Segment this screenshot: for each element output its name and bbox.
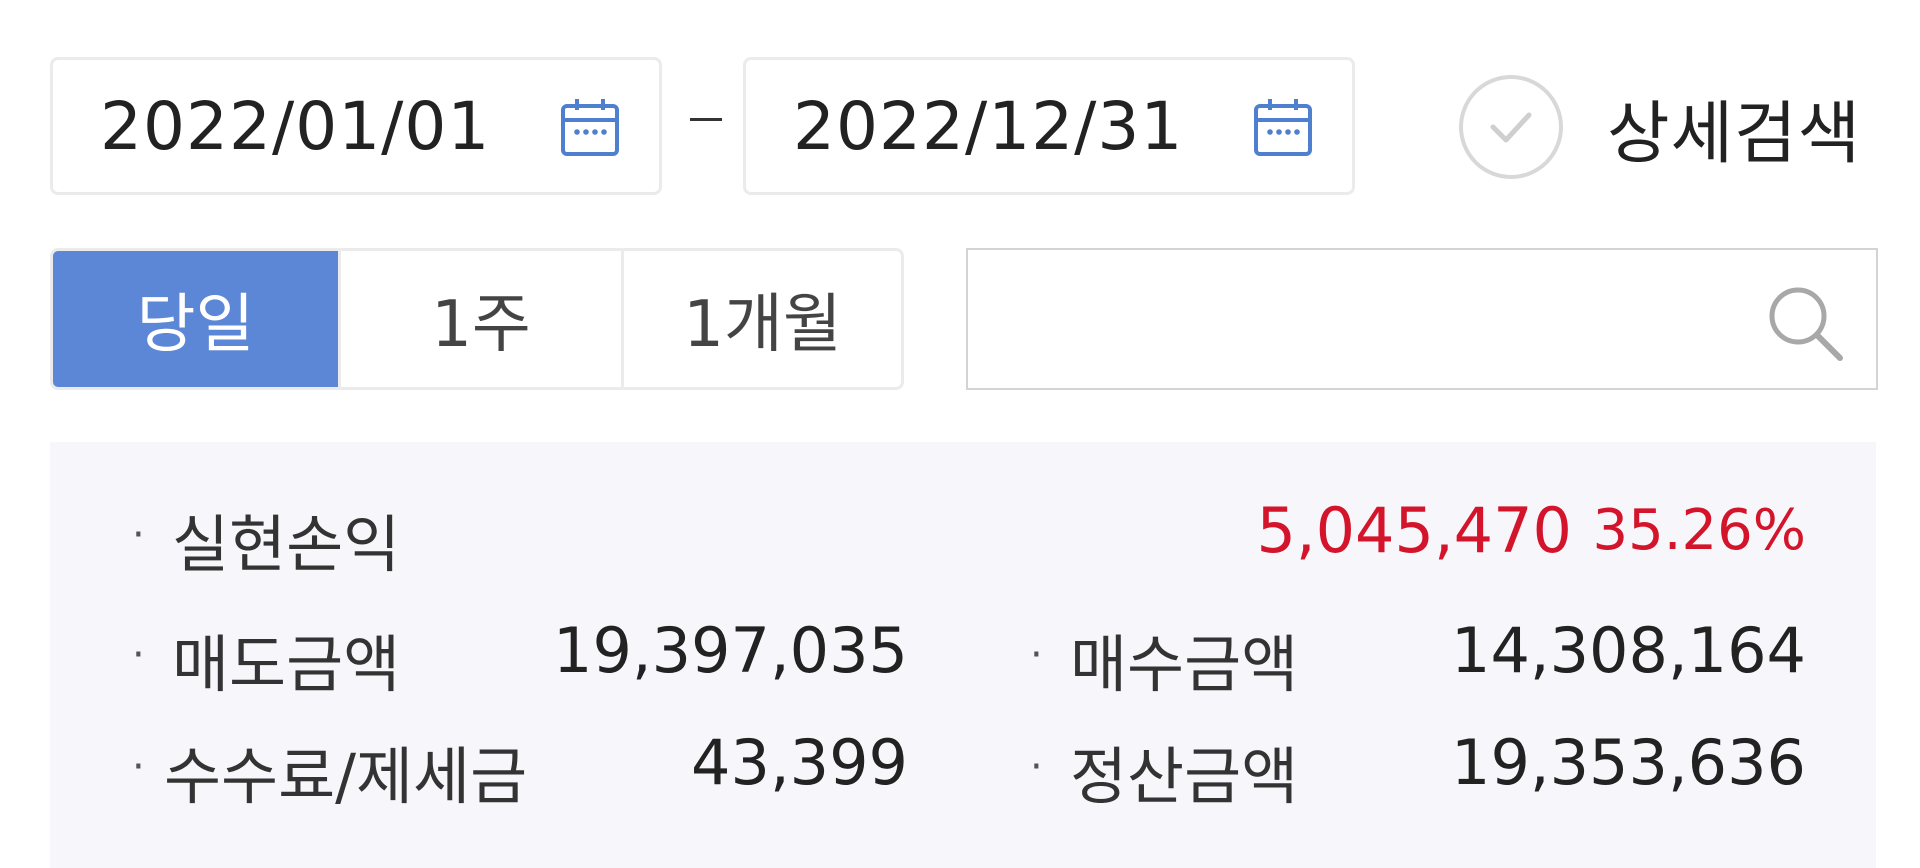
- buy-amount-label: 매수금액: [1070, 628, 1299, 701]
- search-icon[interactable]: [1764, 282, 1846, 364]
- amount-row-2: · 수수료/제세금 43,399 · 정산금액 19,353,636: [50, 726, 1876, 816]
- detail-search-label: 상세검색: [1607, 94, 1862, 174]
- check-icon: [1490, 112, 1532, 143]
- sell-amount-value: 19,397,035: [553, 614, 908, 687]
- search-box: [966, 248, 1878, 390]
- settlement-amount-value: 19,353,636: [1451, 726, 1806, 799]
- trade-history-filter-page: 2022/01/01 2022/12/31 상세검색 당일 1주 1개월 · 실…: [0, 0, 1920, 868]
- date-range-separator: [690, 118, 722, 121]
- settlement-amount-label: 정산금액: [1070, 740, 1299, 813]
- bullet: ·: [132, 632, 145, 678]
- sell-amount-label: 매도금액: [172, 628, 401, 701]
- fees-taxes-label: 수수료/제세금: [164, 740, 528, 813]
- end-date-text: 2022/12/31: [793, 87, 1184, 165]
- bullet: ·: [1030, 744, 1043, 790]
- realized-pnl-label: 실현손익: [172, 508, 401, 581]
- realized-pnl-row: · 실현손익 5,045,470 35.26%: [50, 494, 1876, 584]
- bullet: ·: [132, 512, 145, 558]
- detail-search-toggle[interactable]: 상세검색: [1459, 72, 1861, 182]
- tab-today[interactable]: 당일: [53, 251, 338, 387]
- start-date-field[interactable]: 2022/01/01: [50, 57, 662, 195]
- search-input[interactable]: [988, 270, 1772, 372]
- realized-pnl-percent: 35.26%: [1592, 498, 1806, 563]
- calendar-icon[interactable]: [559, 96, 621, 158]
- buy-amount-value: 14,308,164: [1451, 614, 1806, 687]
- calendar-icon[interactable]: [1252, 96, 1314, 158]
- start-date-text: 2022/01/01: [100, 87, 491, 165]
- detail-search-checkbox[interactable]: [1459, 75, 1563, 179]
- trade-summary-panel: · 실현손익 5,045,470 35.26% · 매도금액 19,397,03…: [50, 442, 1876, 868]
- end-date-field[interactable]: 2022/12/31: [743, 57, 1355, 195]
- tab-1-month[interactable]: 1개월: [621, 251, 901, 387]
- amount-row-1: · 매도금액 19,397,035 · 매수금액 14,308,164: [50, 614, 1876, 704]
- bullet: ·: [1030, 632, 1043, 678]
- fees-taxes-value: 43,399: [691, 726, 908, 799]
- period-tab-group: 당일 1주 1개월: [50, 248, 904, 390]
- bullet: ·: [132, 744, 145, 790]
- tab-1-week[interactable]: 1주: [338, 251, 621, 387]
- realized-pnl-value: 5,045,470: [1256, 494, 1572, 567]
